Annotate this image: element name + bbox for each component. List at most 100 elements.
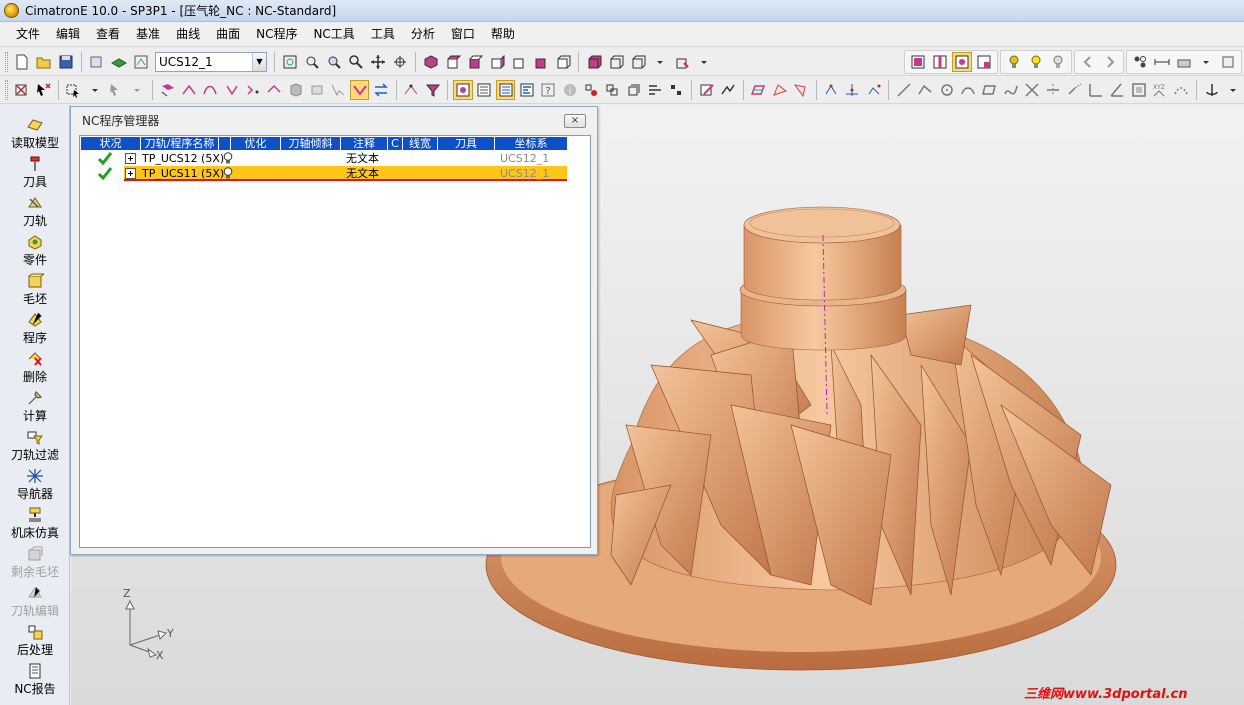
open-file-button[interactable] (34, 52, 54, 72)
lightbulb-icon[interactable] (223, 167, 233, 180)
render-shaded-button[interactable] (584, 52, 604, 72)
menu-nc-program[interactable]: NC程序 (248, 23, 305, 45)
anchor-button[interactable] (1202, 80, 1221, 100)
menu-file[interactable]: 文件 (8, 23, 48, 45)
save-button[interactable] (56, 52, 76, 72)
sidebar-item-procedure[interactable]: 程序 (0, 312, 70, 346)
sidebar-item-filter[interactable]: 刀轨过滤 (0, 429, 70, 463)
spline-button[interactable] (1001, 80, 1020, 100)
light-3-button[interactable] (1048, 52, 1068, 72)
column-name[interactable]: 刀轨/程序名称 (141, 137, 219, 150)
ucs-combo[interactable]: UCS12_1 ▼ (155, 51, 267, 72)
ucs-manager-button[interactable] (87, 52, 107, 72)
select-curve-button[interactable] (201, 80, 220, 100)
chevron-down-icon[interactable]: ▼ (252, 52, 266, 71)
arrange-button[interactable] (667, 80, 686, 100)
xyz-button[interactable]: XYZ (1150, 80, 1169, 100)
arc-button[interactable] (958, 80, 977, 100)
view-front-button[interactable] (443, 52, 463, 72)
pick-mode-button[interactable] (64, 80, 83, 100)
light-2-button[interactable] (1026, 52, 1046, 72)
menu-window[interactable]: 窗口 (443, 23, 483, 45)
column-c[interactable]: C (388, 137, 403, 150)
measure-button[interactable] (1152, 52, 1172, 72)
column-ucs[interactable]: 坐标系 (495, 137, 567, 150)
select-point-button[interactable] (243, 80, 262, 100)
nc-program-grid[interactable]: 状况 刀轨/程序名称 优化 刀轴倾斜 注释 C 线宽 刀具 坐标系 TP_UCS… (79, 135, 591, 548)
layout-3-button[interactable] (952, 51, 972, 72)
curve-draw-button[interactable] (718, 80, 737, 100)
feature-tree-button[interactable] (475, 80, 494, 100)
select-face-button[interactable] (158, 80, 177, 100)
column-tool[interactable]: 刀具 (438, 137, 495, 150)
zoom-dynamic-button[interactable] (324, 52, 344, 72)
view-iso-button[interactable] (421, 52, 441, 72)
menu-nc-tools[interactable]: NC工具 (305, 23, 362, 45)
copy-button[interactable] (624, 80, 643, 100)
rectangle-button[interactable] (980, 80, 999, 100)
pick-mode-dropdown-button[interactable] (85, 80, 104, 100)
sidebar-item-stock[interactable]: 毛坯 (0, 273, 70, 307)
expand-icon[interactable] (125, 168, 136, 179)
dimension-button[interactable] (1086, 80, 1105, 100)
toolbar-grip[interactable] (5, 51, 8, 72)
column-optimize[interactable]: 优化 (231, 137, 281, 150)
zoom-fit-button[interactable] (280, 52, 300, 72)
cancel-select-button[interactable] (33, 80, 52, 100)
object-browser-button[interactable] (453, 79, 473, 100)
extend-button[interactable] (1065, 80, 1084, 100)
help-button[interactable]: ? (539, 80, 558, 100)
select-all-button[interactable] (329, 80, 348, 100)
pick-filter-button[interactable] (106, 80, 125, 100)
sidebar-item-machine-sim[interactable]: 机床仿真 (0, 507, 70, 541)
extra-button[interactable] (1218, 52, 1238, 72)
select-active-button[interactable] (349, 79, 370, 100)
point-grid-button[interactable] (843, 80, 862, 100)
display-dropdown-button[interactable] (694, 52, 714, 72)
menu-help[interactable]: 帮助 (483, 23, 523, 45)
table-row[interactable]: TP_UCS12 (5X) 无文本 UCS12_1 (81, 151, 567, 166)
view-back-button[interactable] (553, 52, 573, 72)
align-button[interactable] (645, 80, 664, 100)
sidebar-item-part[interactable]: 零件 (0, 234, 70, 268)
zoom-window-button[interactable] (302, 52, 322, 72)
polyline-button[interactable] (916, 80, 935, 100)
column-line-width[interactable]: 线宽 (403, 137, 438, 150)
line-button[interactable] (894, 80, 913, 100)
list-view-button[interactable] (517, 80, 536, 100)
display-options-button[interactable] (672, 52, 692, 72)
light-1-button[interactable] (1004, 52, 1024, 72)
render-mode-button[interactable] (628, 52, 648, 72)
zoom-button[interactable] (346, 52, 366, 72)
query-button[interactable] (581, 80, 600, 100)
sketch-button[interactable] (697, 80, 716, 100)
filter-select-button[interactable] (12, 80, 31, 100)
ucs-activate-button[interactable] (109, 52, 129, 72)
sidebar-item-post-process[interactable]: 后处理 (0, 624, 70, 658)
menu-datum[interactable]: 基准 (128, 23, 168, 45)
point-offset-button[interactable] (864, 80, 883, 100)
sidebar-item-load-model[interactable]: 读取模型 (0, 117, 70, 151)
nc-tree-button[interactable] (495, 79, 516, 100)
geometry-select-button[interactable] (402, 80, 421, 100)
select-solid-button[interactable] (286, 80, 305, 100)
ucs-set-button[interactable] (131, 52, 151, 72)
lightbulb-icon[interactable] (223, 152, 233, 165)
toolbar-grip[interactable] (5, 79, 8, 100)
menu-view[interactable]: 查看 (88, 23, 128, 45)
expand-icon[interactable] (125, 153, 136, 164)
surface-blend-button[interactable] (791, 80, 810, 100)
split-button[interactable] (1044, 80, 1063, 100)
layout-1-button[interactable] (908, 52, 928, 72)
dash-curve-button[interactable] (1172, 80, 1191, 100)
sidebar-item-execute[interactable]: 计算 (0, 390, 70, 424)
settings-button[interactable] (1174, 52, 1194, 72)
assembly-button[interactable] (1130, 52, 1150, 72)
column-status[interactable]: 状况 (81, 137, 141, 150)
column-tool-tilt[interactable]: 刀轴倾斜 (281, 137, 341, 150)
view-right-button[interactable] (487, 52, 507, 72)
back-button[interactable] (1078, 52, 1098, 72)
select-edge-button[interactable] (179, 80, 198, 100)
transform-button[interactable] (603, 80, 622, 100)
menu-curve[interactable]: 曲线 (168, 23, 208, 45)
